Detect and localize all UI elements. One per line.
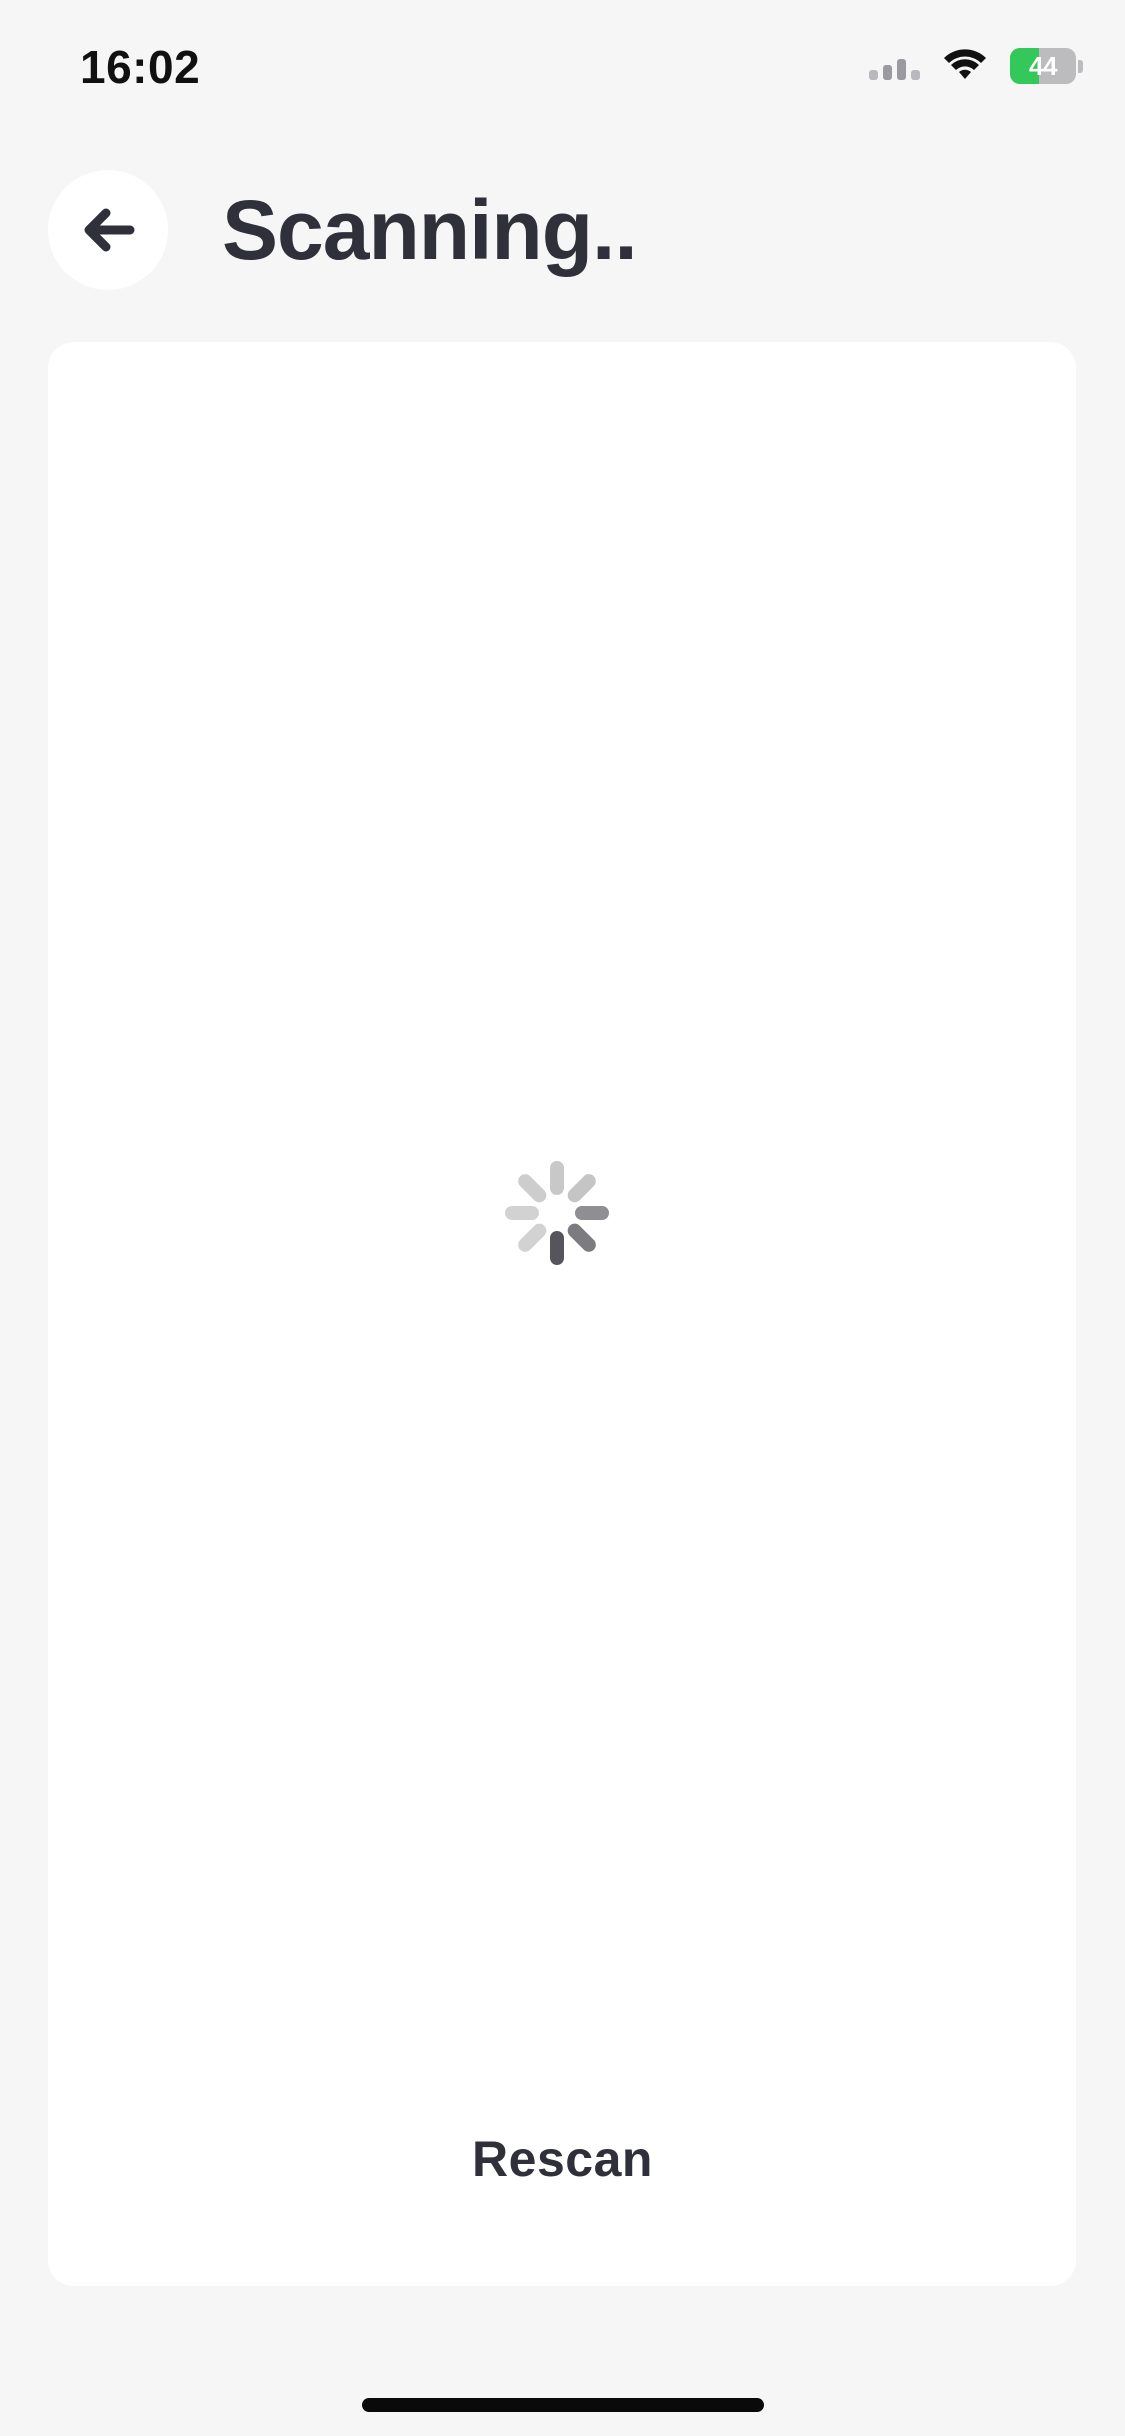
cellular-signal-icon bbox=[869, 52, 920, 80]
rescan-button[interactable]: Rescan bbox=[0, 2130, 1125, 2188]
arrow-left-icon bbox=[84, 208, 135, 252]
home-indicator[interactable] bbox=[362, 2398, 764, 2412]
status-time: 16:02 bbox=[80, 41, 201, 93]
scan-preview-card bbox=[48, 342, 1076, 2286]
battery-icon: 44 bbox=[1010, 48, 1076, 84]
status-bar: 16:02 44 bbox=[0, 0, 1125, 140]
wifi-icon bbox=[944, 49, 986, 79]
back-button[interactable] bbox=[48, 170, 168, 290]
page-header: Scanning.. bbox=[0, 170, 1125, 292]
page-title: Scanning.. bbox=[222, 183, 638, 277]
status-icons: 44 bbox=[869, 48, 1083, 84]
battery-cap bbox=[1078, 59, 1083, 73]
battery-level-text: 44 bbox=[1029, 50, 1057, 81]
